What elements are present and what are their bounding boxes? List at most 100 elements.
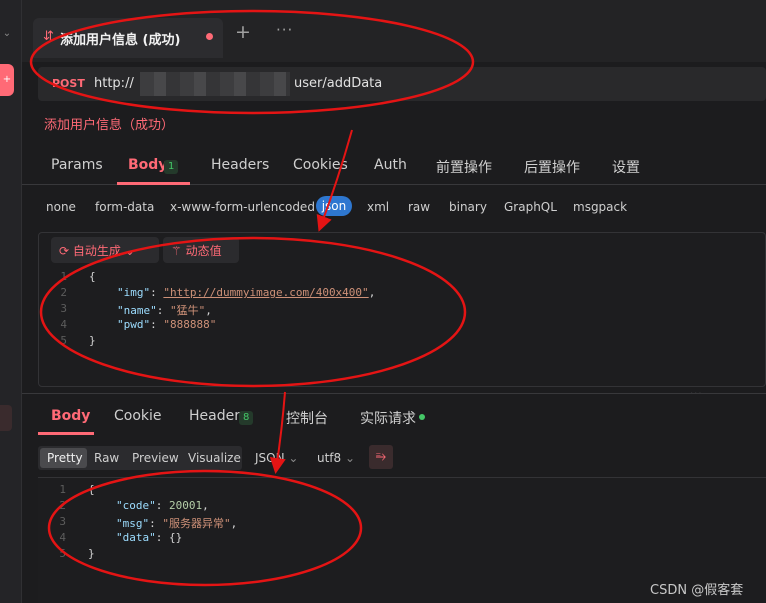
code-brace-open: { [89,270,96,283]
code-comma: , [202,499,209,512]
url-bar[interactable]: POST http:// user/addData [38,67,766,101]
line-number: 1 [59,483,66,496]
dynamic-value-label: 动态值 [185,244,222,258]
resp-tab-actual-request[interactable]: 实际请求 [360,408,416,428]
request-tabs: Params Body 1 Headers Cookies Auth 前置操作 … [22,145,766,185]
format-segmented-control: Pretty Raw Preview Visualize [38,446,242,470]
watermark: CSDN @假客套 [650,583,744,598]
line-number: 3 [59,515,66,528]
code-colon: : [155,499,169,512]
new-tab-button[interactable]: + [235,21,251,43]
resp-tab-console[interactable]: 控制台 [286,408,328,428]
tab-pre-operations[interactable]: 前置操作 [436,157,492,177]
format-preview[interactable]: Preview [132,451,179,465]
code-line-code: "code": 20001, [116,499,209,512]
more-tabs-icon[interactable]: ··· [276,21,293,39]
body-type-binary[interactable]: binary [449,200,487,214]
url-redacted-mask [140,72,290,96]
line-number: 2 [60,286,67,299]
wrap-lines-icon[interactable]: ⥱ [369,445,393,469]
active-tab-underline [117,182,190,185]
code-key: "msg" [116,517,150,530]
line-number: 2 [59,499,66,512]
code-comma: , [205,304,212,317]
tab-add-user-info[interactable]: ⇵ 添加用户信息 (成功) [33,18,223,58]
body-type-raw[interactable]: raw [408,200,430,214]
request-body-editor[interactable]: ⟳ 自动生成 ⌄ ⚚ 动态值 1 2 3 4 5 { "img": "http:… [38,232,766,387]
encoding-select[interactable]: utf8 ⌄ [317,451,355,465]
code-brace-close: } [89,334,96,347]
code-object: {} [169,531,183,544]
line-number: 4 [60,318,67,331]
tab-cookies[interactable]: Cookies [293,157,348,173]
auto-generate-label: 自动生成 [72,244,121,258]
line-number: 1 [60,270,67,283]
code-key: "name" [117,304,157,317]
code-string-url[interactable]: "http://dummyimage.com/400x400" [163,286,368,299]
auto-generate-button[interactable]: ⟳ 自动生成 ⌄ [51,237,159,263]
dynamic-value-button[interactable]: ⚚ 动态值 [163,237,239,263]
tab-auth[interactable]: Auth [374,157,407,173]
active-resp-tab-underline [38,432,94,435]
code-string: "888888" [163,318,217,331]
format-visualize[interactable]: Visualize [188,451,241,465]
format-raw[interactable]: Raw [94,451,119,465]
http-method[interactable]: POST [52,77,85,90]
tab-headers[interactable]: Headers [211,157,269,173]
response-type-value: JSON [255,451,285,465]
magic-wand-icon: ⚚ [171,244,186,258]
resp-tab-cookie[interactable]: Cookie [114,408,162,424]
response-type-select[interactable]: JSON ⌄ [255,451,298,465]
code-line-data: "data": {} [116,531,182,544]
tab-post-operations[interactable]: 后置操作 [524,157,580,177]
body-type-json[interactable]: json [316,196,352,216]
format-pretty[interactable]: Pretty [47,451,83,465]
panel-divider[interactable] [22,393,766,394]
code-comma: , [368,286,376,299]
header-count-badge: 8 [239,411,254,425]
code-line-name: "name": "猛牛", [117,302,212,318]
body-type-none[interactable]: none [46,200,76,214]
body-count-badge: 1 [164,160,179,174]
line-number: 5 [60,334,67,347]
code-key: "pwd" [117,318,151,331]
body-type-xml[interactable]: xml [367,200,389,214]
url-path: user/addData [294,76,383,91]
tab-bar: ⇵ 添加用户信息 (成功) + ··· [22,0,766,62]
code-colon: : [150,318,164,331]
body-type-graphql[interactable]: GraphQL [504,200,557,214]
code-comma: , [230,517,238,530]
code-brace-close: } [88,547,95,560]
left-sidebar: ⌄ + [0,0,22,603]
refresh-icon: ⟳ [59,244,73,258]
body-type-urlencoded[interactable]: x-www-form-urlencoded [170,200,315,214]
unsaved-dot-icon [206,33,213,40]
resp-tab-body[interactable]: Body [51,408,90,424]
tab-title: 添加用户信息 (成功) [60,33,181,48]
tab-body[interactable]: Body [128,157,167,173]
tab-settings[interactable]: 设置 [612,157,640,177]
body-type-form-data[interactable]: form-data [95,200,154,214]
code-colon: : [150,286,164,299]
code-colon: : [149,517,163,530]
chevron-down-icon: ⌄ [341,451,356,465]
code-key: "data" [116,531,156,544]
code-brace-open: { [88,483,95,496]
resp-tab-header[interactable]: Header [189,408,240,424]
request-icon: ⇵ [43,29,54,44]
add-icon[interactable]: + [0,64,14,96]
request-name[interactable]: 添加用户信息（成功） [44,114,174,133]
code-key: "code" [116,499,156,512]
tab-params[interactable]: Params [51,157,103,173]
chevron-down-icon: ⌄ [284,451,299,465]
chevron-down-icon: ⌄ [120,244,135,258]
code-colon: : [155,531,169,544]
encoding-value: utf8 [317,451,342,465]
code-line-msg: "msg": "服务器异常", [116,515,237,531]
sidebar-selection-marker [0,405,12,431]
code-line-img: "img": "http://dummyimage.com/400x400", [117,286,375,299]
code-key: "img" [117,286,151,299]
body-type-msgpack[interactable]: msgpack [573,200,627,214]
code-string: "猛牛" [170,304,206,317]
chevron-down-icon[interactable]: ⌄ [0,28,14,39]
